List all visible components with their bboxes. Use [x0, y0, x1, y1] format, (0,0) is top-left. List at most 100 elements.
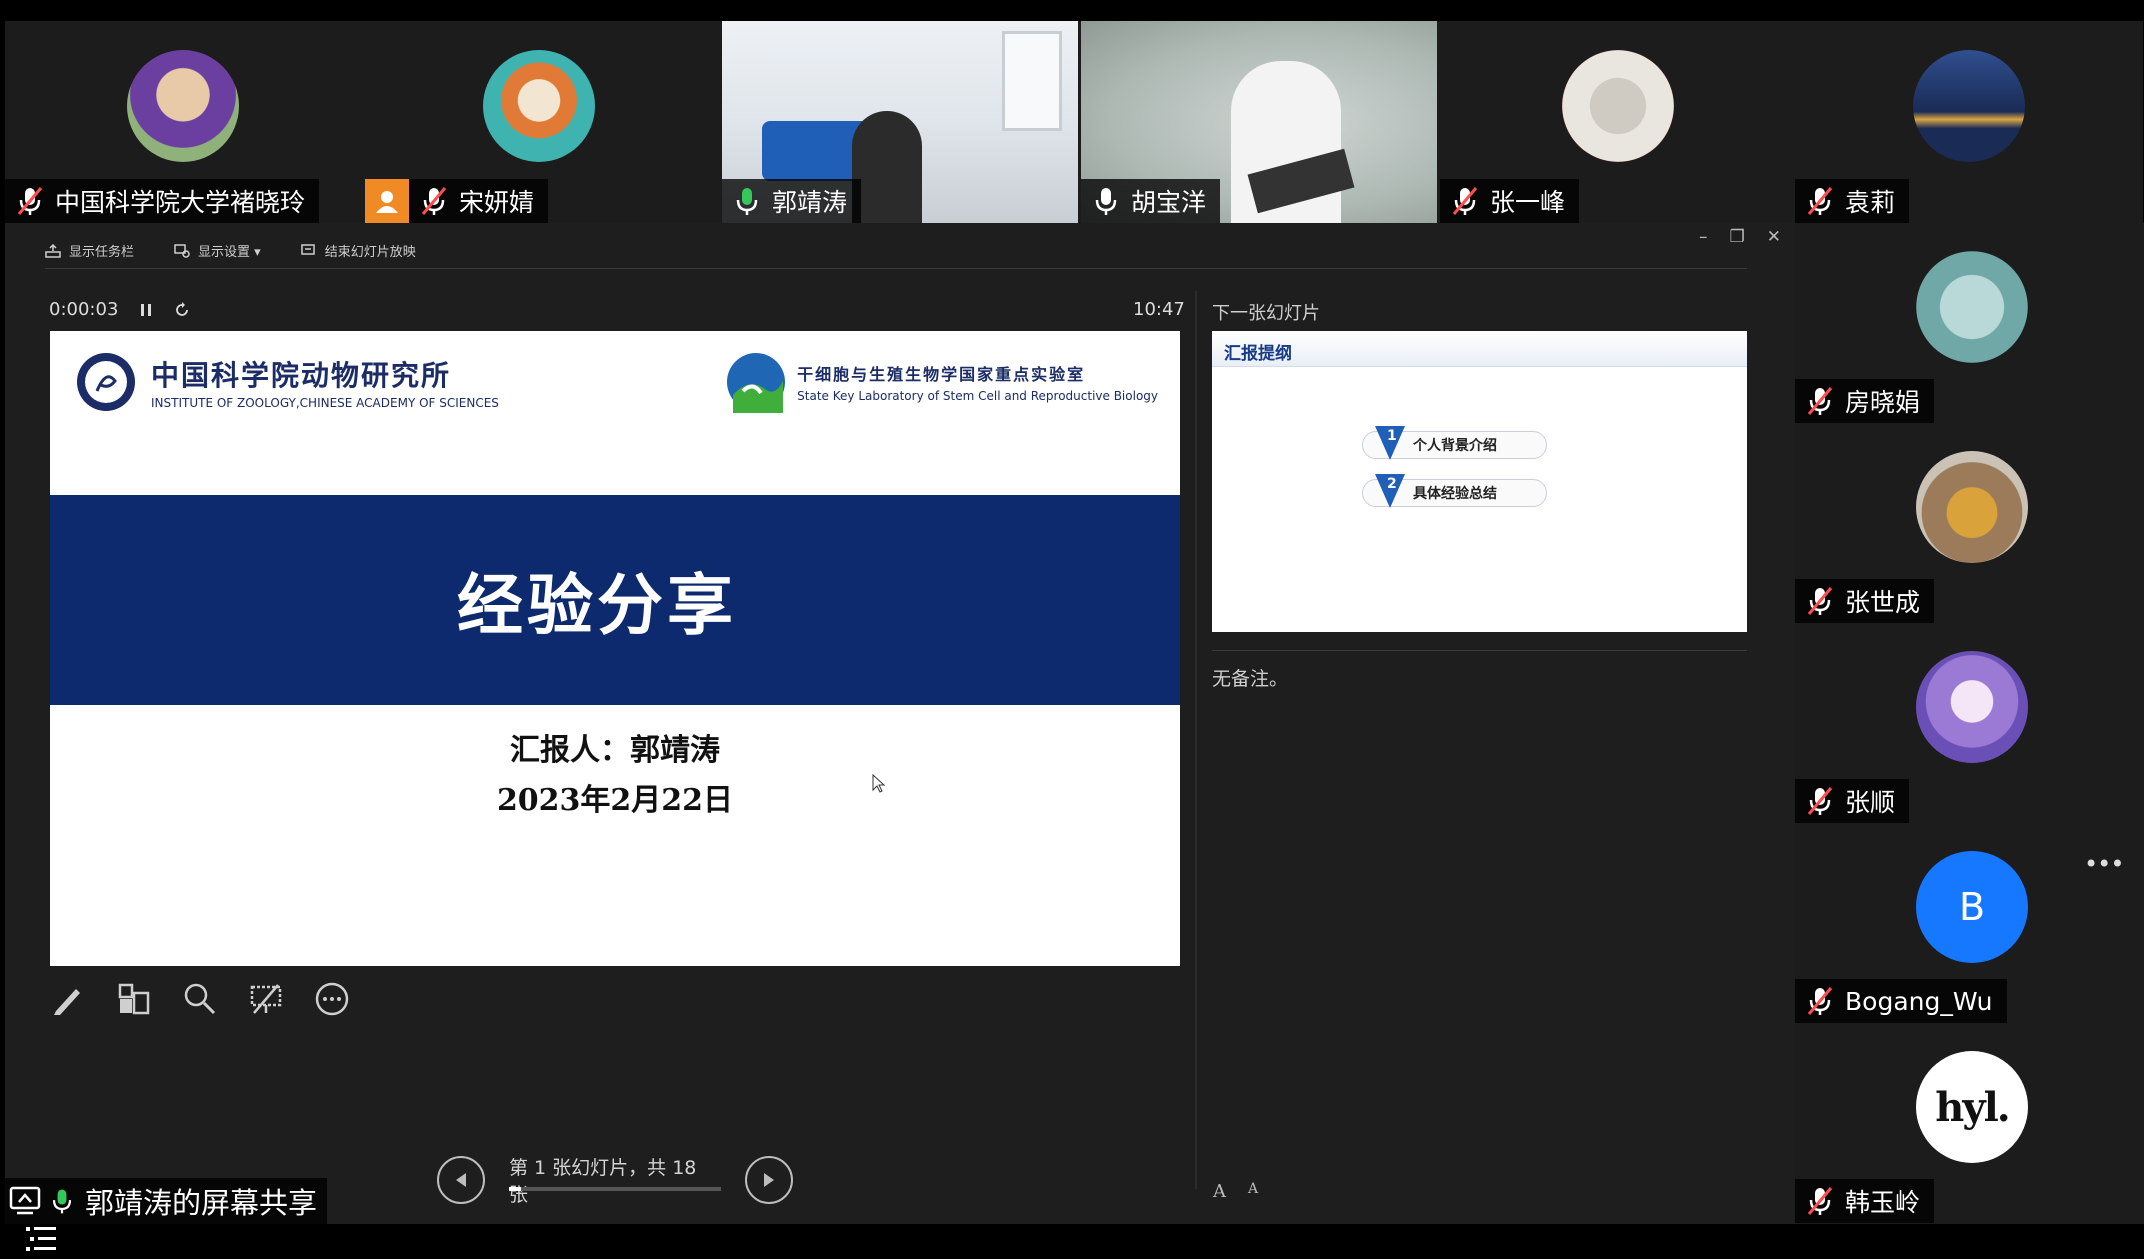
- pause-icon[interactable]: [140, 303, 152, 317]
- participant-tile[interactable]: 袁莉: [1795, 21, 2143, 223]
- more-options-icon[interactable]: [314, 981, 350, 1017]
- participant-tile[interactable]: 宋妍婧: [361, 21, 717, 223]
- participant-avatar: [1916, 451, 2028, 563]
- participant-tile[interactable]: 张顺: [1795, 623, 2144, 823]
- window-controls: – ❐ ✕: [1699, 227, 1781, 247]
- current-clock: 10:47: [1133, 299, 1185, 320]
- participant-tile[interactable]: 张一峰: [1440, 21, 1796, 223]
- mic-muted-icon: [1807, 187, 1833, 215]
- participant-tile[interactable]: 中国科学院大学褚晓玲: [5, 21, 361, 223]
- participant-avatar: [483, 50, 595, 162]
- outline-number: 1: [1387, 428, 1397, 444]
- taskbar-icon: [45, 243, 61, 258]
- mic-idle-icon: [1095, 188, 1117, 215]
- next-slide-preview[interactable]: 汇报提纲 1 个人背景介绍 2 具体经验总结: [1212, 331, 1747, 632]
- slide-progress-fill: [509, 1187, 521, 1191]
- slide-counter: 第 1 张幻灯片，共 18 张: [509, 1153, 721, 1207]
- notes-font-controls: A A: [1213, 1181, 1258, 1202]
- decrease-font-button[interactable]: A: [1248, 1181, 1258, 1202]
- next-slide-header: 汇报提纲: [1212, 331, 1747, 367]
- bottom-bar: [0, 1224, 2144, 1259]
- mic-muted-icon: [1452, 187, 1478, 215]
- participant-strip-top: 中国科学院大学褚晓玲 宋妍婧 郭靖涛 胡宝洋 张一峰 袁莉: [5, 21, 2143, 223]
- institute-logo: 中国科学院动物研究所 INSTITUTE OF ZOOLOGY,CHINESE …: [75, 351, 499, 413]
- display-settings-label: 显示设置 ▾: [198, 245, 261, 260]
- participant-tile[interactable]: 张世成: [1795, 423, 2144, 623]
- display-settings-button[interactable]: 显示设置 ▾: [174, 241, 261, 260]
- mouse-cursor-icon: [872, 774, 886, 793]
- institute-seal-icon: [77, 353, 135, 411]
- display-settings-icon: [174, 243, 190, 258]
- zoom-icon[interactable]: [182, 981, 218, 1017]
- participant-tile[interactable]: 房晓娟: [1795, 223, 2144, 423]
- mic-active-icon: [736, 188, 758, 215]
- participant-name-bar: 胡宝洋: [1081, 179, 1221, 223]
- pen-icon[interactable]: [50, 981, 86, 1017]
- more-participants-button[interactable]: •••: [2084, 850, 2124, 878]
- mic-muted-icon: [421, 187, 447, 215]
- lab-name-en: State Key Laboratory of Stem Cell and Re…: [797, 389, 1158, 403]
- participant-avatar: hyl.: [1916, 1051, 2028, 1163]
- lab-emblem-icon: [727, 353, 786, 413]
- previous-slide-button[interactable]: [437, 1156, 485, 1204]
- next-slide-button[interactable]: [745, 1156, 793, 1204]
- mic-muted-icon: [1807, 1187, 1833, 1215]
- participant-video-tile[interactable]: 郭靖涛: [722, 21, 1078, 223]
- lab-logo: 干细胞与生殖生物学国家重点实验室 State Key Laboratory of…: [725, 351, 1158, 413]
- minimize-button[interactable]: –: [1699, 227, 1708, 247]
- triangle-right-icon: [764, 1173, 774, 1187]
- screen-share-text: 郭靖涛的屏幕共享: [85, 1186, 318, 1220]
- title-banner: 经验分享: [50, 495, 1180, 705]
- mic-muted-icon: [1807, 987, 1833, 1015]
- participant-name: 宋妍婧: [459, 188, 535, 217]
- outline-item: 1 个人背景介绍: [1362, 426, 1547, 460]
- video-person: [852, 111, 922, 223]
- participant-name: 胡宝洋: [1131, 188, 1207, 217]
- end-slideshow-button[interactable]: 结束幻灯片放映: [300, 241, 416, 260]
- end-slideshow-icon: [300, 243, 315, 255]
- reset-timer-icon[interactable]: [174, 301, 190, 318]
- institute-name-en: INSTITUTE OF ZOOLOGY,CHINESE ACADEMY OF …: [151, 396, 499, 410]
- participant-name: 韩玉岭: [1845, 1188, 1921, 1217]
- participant-name-bar: 袁莉: [1795, 179, 1910, 223]
- participant-name: 房晓娟: [1845, 388, 1921, 417]
- screen-share-label: 郭靖涛的屏幕共享: [5, 1178, 328, 1224]
- slide-title: 经验分享: [457, 567, 737, 644]
- institute-name-cn: 中国科学院动物研究所: [151, 359, 452, 392]
- slide-counter-text: 第 1 张幻灯片，共 18 张: [509, 1157, 697, 1206]
- mic-muted-icon: [1807, 587, 1833, 615]
- restore-button[interactable]: ❐: [1730, 227, 1745, 247]
- presenter-toolbar: 显示任务栏 显示设置 ▾ 结束幻灯片放映: [45, 241, 416, 260]
- lab-name-cn: 干细胞与生殖生物学国家重点实验室: [797, 365, 1086, 384]
- participant-name: 中国科学院大学褚晓玲: [55, 188, 306, 217]
- speaker-notes: 无备注。: [1212, 668, 1289, 690]
- participant-tile[interactable]: hyl. 韩玉岭: [1795, 1023, 2144, 1223]
- slide-grid-icon[interactable]: [116, 981, 152, 1017]
- participant-name: 张一峰: [1490, 188, 1566, 217]
- end-slideshow-label: 结束幻灯片放映: [324, 245, 416, 260]
- meeting-window: 中国科学院大学褚晓玲 宋妍婧 郭靖涛 胡宝洋 张一峰 袁莉 – ❐ ✕ 显示任务…: [0, 0, 2144, 1259]
- panel-divider: [1195, 291, 1197, 1189]
- participant-avatar: B: [1916, 851, 2028, 963]
- report-date: 2023年2月22日: [496, 783, 734, 818]
- mic-muted-icon: [17, 187, 43, 215]
- black-screen-icon[interactable]: [248, 981, 284, 1017]
- participant-video-tile[interactable]: 胡宝洋: [1081, 21, 1437, 223]
- increase-font-button[interactable]: A: [1213, 1181, 1226, 1202]
- reporter-line: 汇报人：郭靖涛: [510, 733, 720, 768]
- participant-name-bar: 韩玉岭: [1795, 1179, 1935, 1223]
- toolbar-divider: [45, 268, 1747, 269]
- participant-avatar: [1913, 50, 2025, 162]
- elapsed-timer: 0:00:03: [49, 299, 190, 320]
- show-taskbar-button[interactable]: 显示任务栏: [45, 241, 134, 260]
- mic-muted-icon: [1807, 387, 1833, 415]
- elapsed-time: 0:00:03: [49, 299, 119, 320]
- outline-number: 2: [1387, 476, 1397, 492]
- show-taskbar-label: 显示任务栏: [69, 245, 135, 260]
- close-button[interactable]: ✕: [1767, 227, 1781, 247]
- menu-list-icon[interactable]: [22, 1224, 62, 1256]
- mic-muted-icon: [1807, 787, 1833, 815]
- participant-name-bar: 宋妍婧: [365, 179, 549, 223]
- presenter-view: – ❐ ✕ 显示任务栏 显示设置 ▾ 结束幻灯片放映 0:00:03 10:47…: [5, 223, 1795, 1224]
- participant-name: 袁莉: [1845, 188, 1896, 217]
